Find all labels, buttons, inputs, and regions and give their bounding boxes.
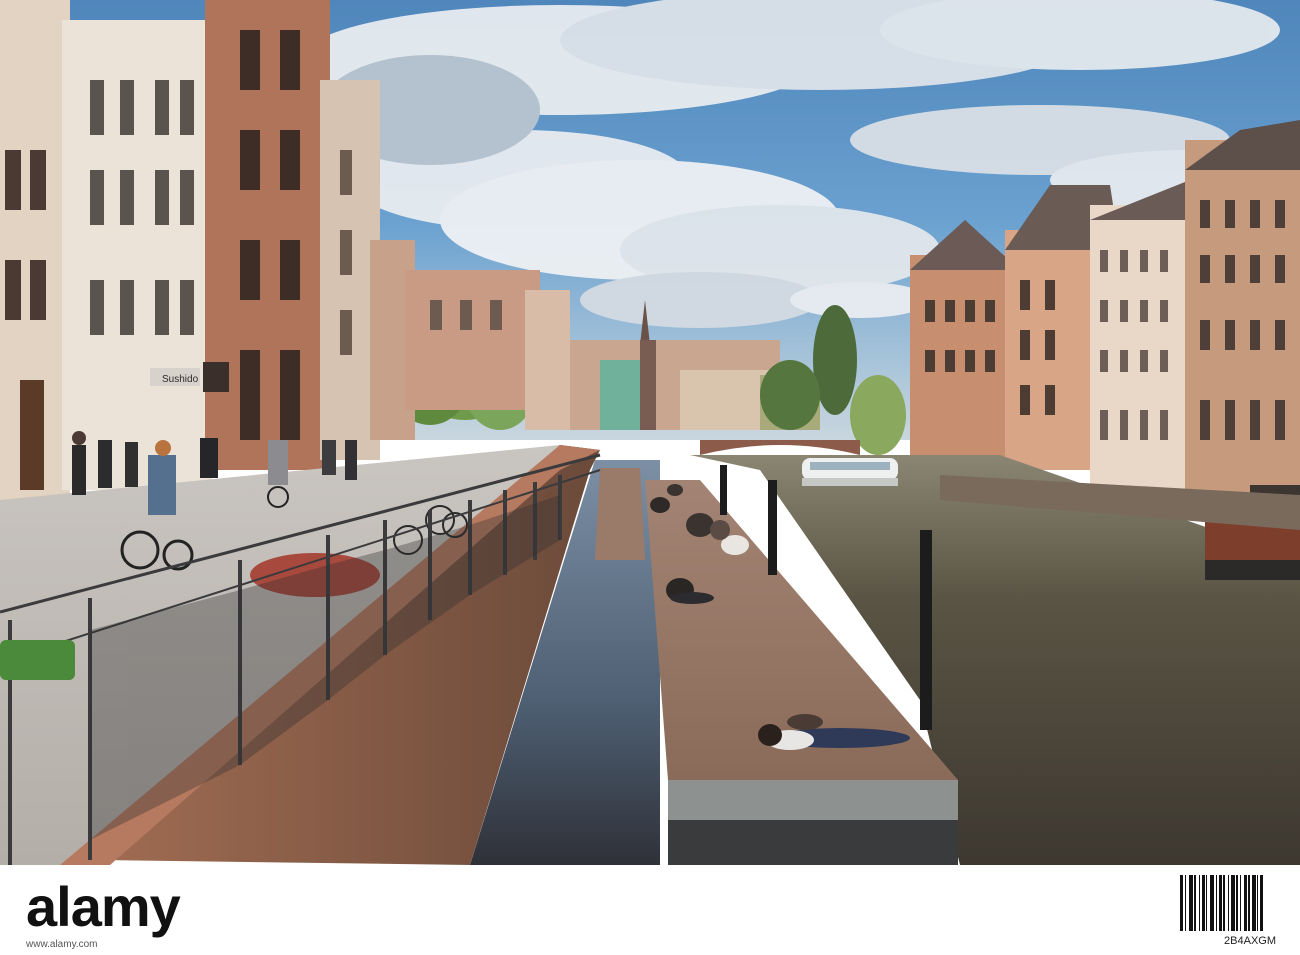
pontoon-side [668, 780, 958, 820]
alamy-logo: alamy [26, 879, 181, 935]
image-reference: 2B4AXGM [1224, 935, 1276, 947]
litter-bin [0, 640, 75, 680]
barcode-graphic [1180, 875, 1274, 931]
footer-url: www.alamy.com [26, 939, 98, 950]
bridge [700, 440, 860, 455]
stock-footer: alamy 2B4AXGM www.alamy.com [0, 865, 1300, 955]
logo-text: alamy [26, 875, 181, 938]
tour-boat [802, 458, 898, 486]
shop-sign-text: Sushido [162, 374, 199, 385]
photo-scene: Sushido [0, 0, 1300, 865]
pontoon-walkway [595, 468, 645, 560]
